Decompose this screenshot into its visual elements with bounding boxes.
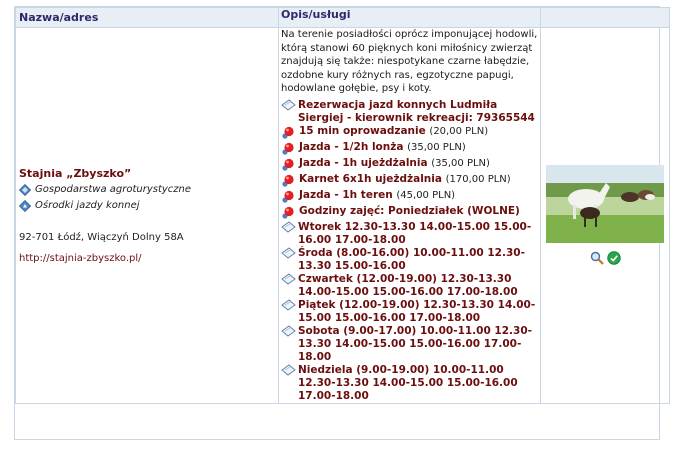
note-paper-icon xyxy=(281,363,296,376)
service-note-item: Piątek (12.00-19.00) 12.30-13.30 14.00-1… xyxy=(281,299,538,325)
service-note-item: Czwartek (12.00-19.00) 12.30-13.30 14.00… xyxy=(281,273,538,299)
service-note-item: Środa (8.00-16.00) 10.00-11.00 12.30-13.… xyxy=(281,247,538,273)
listing-media-cell xyxy=(540,27,670,404)
red-dot-icon xyxy=(282,158,294,171)
service-label: Rezerwacja jazd konnych Ludmiła Siergiej… xyxy=(298,98,535,124)
service-text: Środa (8.00-16.00) 10.00-11.00 12.30-13.… xyxy=(298,247,538,273)
service-text: Godziny zajęć: Poniedziałek (WOLNE) xyxy=(299,205,520,218)
header-media xyxy=(540,7,670,28)
listing-table-frame: Nazwa/adres Opis/usługi Stajnia „Zbyszko… xyxy=(14,6,670,440)
magnifier-icon[interactable] xyxy=(590,251,604,266)
service-price-item: Karnet 6x1h ujeżdżalnia (170,00 PLN) xyxy=(281,173,538,189)
note-paper-icon xyxy=(281,246,296,259)
service-price: (35,00 PLN) xyxy=(407,141,466,153)
agrotourism-diamond-icon xyxy=(19,183,31,196)
service-price-item: Jazda - 1h ujeżdżalnia (35,00 PLN) xyxy=(281,157,538,173)
service-price-item: Jazda - 1/2h lonża (35,00 PLN) xyxy=(281,141,538,157)
note-paper-icon xyxy=(281,272,296,285)
category-riding-center[interactable]: Ośrodki jazdy konnej xyxy=(19,198,275,214)
service-text: Niedziela (9.00-19.00) 10.00-11.00 12.30… xyxy=(298,364,538,403)
note-paper-icon xyxy=(281,98,296,111)
service-label: Jazda - 1/2h lonża xyxy=(299,140,404,153)
service-price: (20,00 PLN) xyxy=(429,125,489,137)
service-text: Karnet 6x1h ujeżdżalnia (170,00 PLN) xyxy=(299,173,511,186)
service-label: Sobota (9.00-17.00) 10.00-11.00 12.30-13… xyxy=(298,324,533,363)
service-price-item: 15 min oprowadzanie (20,00 PLN) xyxy=(281,125,538,141)
listing-table: Nazwa/adres Opis/usługi Stajnia „Zbyszko… xyxy=(15,7,670,404)
service-price-item: Jazda - 1h teren (45,00 PLN) xyxy=(281,189,538,205)
red-dot-icon xyxy=(282,126,294,139)
red-dot-icon xyxy=(282,142,294,155)
service-label: Wtorek 12.30-13.30 14.00-15.00 15.00-16.… xyxy=(298,220,532,246)
horses-photo[interactable] xyxy=(546,165,664,244)
service-label: Środa (8.00-16.00) 10.00-11.00 12.30-13.… xyxy=(298,246,525,272)
service-text: 15 min oprowadzanie (20,00 PLN) xyxy=(299,125,488,138)
service-label: Jazda - 1h ujeżdżalnia xyxy=(299,156,428,169)
service-text: Rezerwacja jazd konnych Ludmiła Siergiej… xyxy=(298,99,538,125)
service-text: Czwartek (12.00-19.00) 12.30-13.30 14.00… xyxy=(298,273,538,299)
service-note-item: Wtorek 12.30-13.30 14.00-15.00 15.00-16.… xyxy=(281,221,538,247)
service-text: Jazda - 1h ujeżdżalnia (35,00 PLN) xyxy=(299,157,490,170)
category-label: Gospodarstwa agroturystyczne xyxy=(35,184,192,196)
note-paper-icon xyxy=(281,298,296,311)
riding-diamond-icon xyxy=(19,199,31,212)
note-paper-icon xyxy=(281,324,296,337)
service-label: Niedziela (9.00-19.00) 10.00-11.00 12.30… xyxy=(298,363,518,402)
category-label: Ośrodki jazdy konnej xyxy=(35,200,140,212)
service-text: Wtorek 12.30-13.30 14.00-15.00 15.00-16.… xyxy=(298,221,538,247)
service-note-item: Rezerwacja jazd konnych Ludmiła Siergiej… xyxy=(281,99,538,125)
service-label: Piątek (12.00-19.00) 12.30-13.30 14.00-1… xyxy=(298,298,536,324)
table-header-row: Nazwa/adres Opis/usługi xyxy=(15,7,670,28)
red-dot-icon xyxy=(282,206,294,219)
listing-website-link[interactable]: http://stajnia-zbyszko.pl/ xyxy=(19,253,142,264)
green-go-icon[interactable] xyxy=(606,251,621,265)
service-text: Jazda - 1h teren (45,00 PLN) xyxy=(299,189,455,202)
listing-name-address-cell: Stajnia „Zbyszko” Gospodarstwa agroturys… xyxy=(15,27,279,404)
listing-name[interactable]: Stajnia „Zbyszko” xyxy=(19,167,275,180)
service-label: 15 min oprowadzanie xyxy=(299,124,426,137)
service-list: Rezerwacja jazd konnych Ludmiła Siergiej… xyxy=(281,99,538,403)
header-name-address: Nazwa/adres xyxy=(15,7,279,28)
service-label: Czwartek (12.00-19.00) 12.30-13.30 14.00… xyxy=(298,272,518,298)
service-label: Karnet 6x1h ujeżdżalnia xyxy=(299,172,442,185)
listing-description-cell: Na terenie posiadłości oprócz imponujące… xyxy=(278,27,541,404)
note-paper-icon xyxy=(281,220,296,233)
service-note-item: Niedziela (9.00-19.00) 10.00-11.00 12.30… xyxy=(281,364,538,403)
service-price: (170,00 PLN) xyxy=(445,173,511,185)
category-agrotourism[interactable]: Gospodarstwa agroturystyczne xyxy=(19,182,275,198)
red-dot-icon xyxy=(282,174,294,187)
header-description-services: Opis/usługi xyxy=(278,7,541,28)
service-text: Jazda - 1/2h lonża (35,00 PLN) xyxy=(299,141,466,154)
service-price-item: Godziny zajęć: Poniedziałek (WOLNE) xyxy=(281,205,538,221)
service-label: Godziny zajęć: Poniedziałek (WOLNE) xyxy=(299,204,520,217)
media-tools xyxy=(542,251,668,266)
listing-address: 92-701 Łódź, Wiączyń Dolny 58A xyxy=(19,231,184,243)
service-label: Jazda - 1h teren xyxy=(299,188,393,201)
service-price: (35,00 PLN) xyxy=(431,157,490,169)
table-row: Stajnia „Zbyszko” Gospodarstwa agroturys… xyxy=(15,27,670,404)
service-text: Piątek (12.00-19.00) 12.30-13.30 14.00-1… xyxy=(298,299,538,325)
red-dot-icon xyxy=(282,190,294,203)
service-price: (45,00 PLN) xyxy=(396,189,456,201)
service-note-item: Sobota (9.00-17.00) 10.00-11.00 12.30-13… xyxy=(281,325,538,364)
service-text: Sobota (9.00-17.00) 10.00-11.00 12.30-13… xyxy=(298,325,538,364)
listing-description: Na terenie posiadłości oprócz imponujące… xyxy=(281,29,538,94)
